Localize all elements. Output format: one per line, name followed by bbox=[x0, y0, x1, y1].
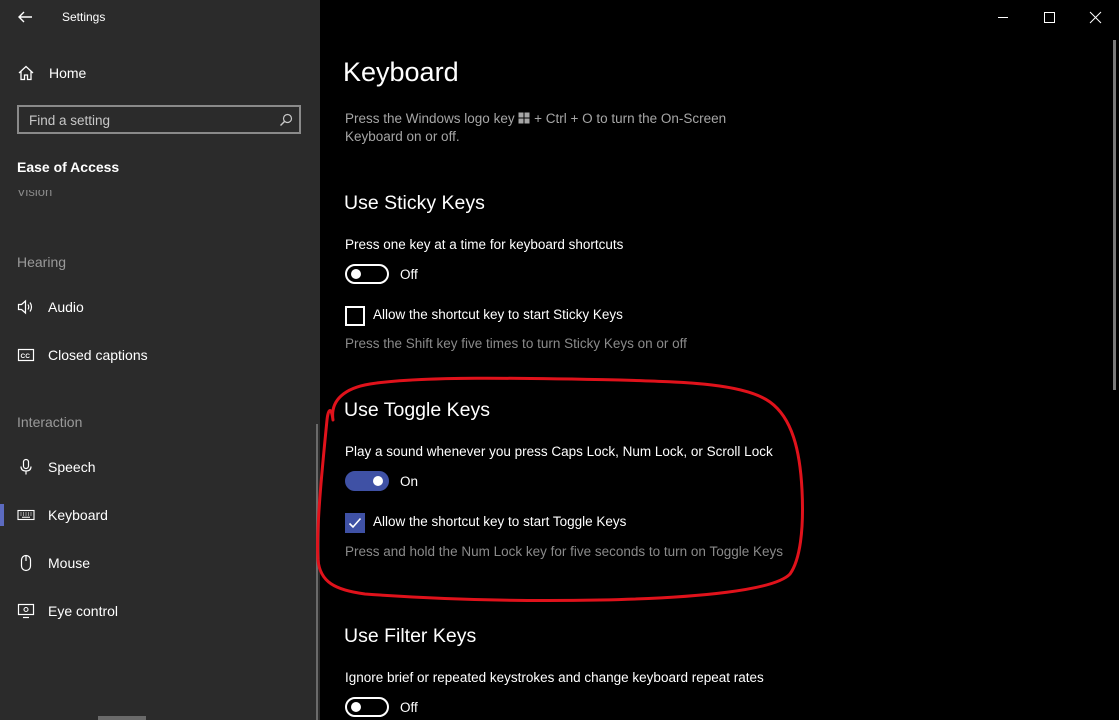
sidebar-item-closed-captions[interactable]: CC Closed captions bbox=[0, 336, 320, 376]
main-scrollbar[interactable] bbox=[1113, 40, 1116, 390]
toggle-knob bbox=[351, 269, 361, 279]
sidebar-item-label: Speech bbox=[48, 459, 96, 475]
toggle-keys-shortcut-label[interactable]: Allow the shortcut key to start Toggle K… bbox=[373, 514, 626, 529]
sticky-keys-shortcut-label[interactable]: Allow the shortcut key to start Sticky K… bbox=[373, 307, 623, 322]
sidebar-item-speech[interactable]: Speech bbox=[0, 448, 320, 488]
toggle-keys-description: Play a sound whenever you press Caps Loc… bbox=[345, 444, 773, 459]
search-box[interactable] bbox=[17, 105, 301, 134]
group-header-interaction: Interaction bbox=[17, 414, 83, 430]
toggle-keys-toggle[interactable] bbox=[345, 471, 389, 491]
sidebar-item-mouse[interactable]: Mouse bbox=[0, 544, 320, 584]
windows-logo-icon bbox=[518, 112, 530, 124]
main-content: Keyboard Press the Windows logo key + Ct… bbox=[320, 0, 1119, 720]
sidebar-item-keyboard[interactable]: Keyboard bbox=[0, 496, 320, 536]
keyboard-icon bbox=[17, 509, 35, 521]
sticky-keys-toggle-state: Off bbox=[400, 267, 418, 282]
app-title: Settings bbox=[62, 10, 106, 24]
maximize-icon bbox=[1044, 12, 1055, 23]
sidebar-item-label: Keyboard bbox=[48, 507, 108, 523]
sidebar-item-label: Eye control bbox=[48, 603, 119, 619]
minimize-icon bbox=[998, 17, 1008, 18]
sticky-keys-shortcut-checkbox[interactable] bbox=[345, 306, 365, 326]
sidebar-item-vision-partial[interactable]: Vision bbox=[17, 190, 52, 202]
back-button[interactable] bbox=[12, 6, 38, 28]
minimize-button[interactable] bbox=[980, 6, 1026, 30]
filter-keys-header: Use Filter Keys bbox=[344, 625, 477, 647]
back-arrow-icon bbox=[18, 11, 32, 23]
close-button[interactable] bbox=[1072, 6, 1118, 30]
maximize-button[interactable] bbox=[1026, 6, 1072, 30]
bottom-strip bbox=[98, 716, 146, 720]
sidebar-item-eye-control[interactable]: Eye control bbox=[0, 592, 320, 632]
intro-text: Press the Windows logo key + Ctrl + O to… bbox=[345, 110, 765, 146]
search-input[interactable] bbox=[19, 107, 281, 134]
sidebar-item-label: Closed captions bbox=[48, 347, 148, 363]
speaker-icon bbox=[17, 299, 33, 315]
title-bar: Settings bbox=[0, 0, 320, 36]
mouse-icon bbox=[20, 554, 32, 572]
sidebar-item-label: Mouse bbox=[48, 555, 91, 571]
toggle-keys-shortcut-checkbox[interactable] bbox=[345, 513, 365, 533]
search-icon[interactable] bbox=[279, 113, 293, 127]
sidebar-scrollbar[interactable] bbox=[316, 424, 318, 720]
cc-icon: CC bbox=[17, 348, 35, 362]
toggle-knob bbox=[351, 702, 361, 712]
home-label: Home bbox=[49, 65, 87, 81]
filter-keys-toggle[interactable] bbox=[345, 697, 389, 717]
sidebar-item-audio[interactable]: Audio bbox=[0, 288, 320, 328]
svg-text:CC: CC bbox=[21, 353, 31, 360]
eye-control-icon bbox=[17, 603, 35, 619]
sticky-keys-help: Press the Shift key five times to turn S… bbox=[345, 336, 687, 351]
toggle-keys-header: Use Toggle Keys bbox=[344, 399, 490, 421]
filter-keys-description: Ignore brief or repeated keystrokes and … bbox=[345, 670, 764, 685]
intro-text-before: Press the Windows logo key bbox=[345, 111, 515, 126]
sticky-keys-toggle[interactable] bbox=[345, 264, 389, 284]
sidebar-item-label: Audio bbox=[48, 299, 84, 315]
home-nav[interactable]: Home bbox=[0, 54, 320, 94]
microphone-icon bbox=[20, 458, 32, 475]
section-title: Ease of Access bbox=[17, 159, 120, 175]
home-icon bbox=[18, 65, 34, 81]
toggle-keys-help: Press and hold the Num Lock key for five… bbox=[345, 544, 783, 559]
close-icon bbox=[1089, 11, 1102, 24]
page-title: Keyboard bbox=[343, 57, 459, 87]
group-header-hearing: Hearing bbox=[17, 254, 67, 270]
sidebar: Settings Home Ease of Access Vision Hear… bbox=[0, 0, 320, 720]
sticky-keys-description: Press one key at a time for keyboard sho… bbox=[345, 237, 624, 252]
cut-item-label: Vision bbox=[17, 190, 53, 199]
checkmark-icon bbox=[348, 517, 362, 529]
sticky-keys-header: Use Sticky Keys bbox=[344, 192, 485, 214]
toggle-keys-toggle-state: On bbox=[400, 474, 419, 489]
toggle-knob bbox=[373, 476, 383, 486]
filter-keys-toggle-state: Off bbox=[400, 700, 418, 715]
